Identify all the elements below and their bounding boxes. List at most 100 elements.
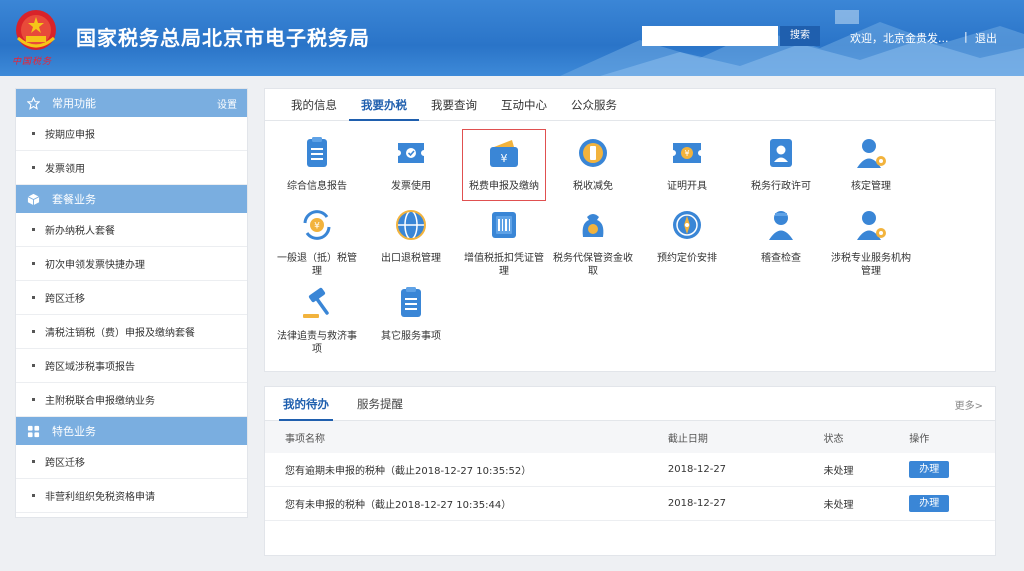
tile-general-refund[interactable]: ¥ 一般退（抵）税管理 bbox=[275, 207, 359, 278]
column-header: 截止日期 bbox=[667, 433, 708, 445]
inspector-icon bbox=[769, 211, 793, 240]
grid-icon bbox=[26, 424, 40, 438]
compass-icon bbox=[673, 211, 701, 239]
tile-admin-license[interactable]: 税务行政许可 bbox=[739, 135, 823, 193]
tile-tax-declare-pay[interactable]: ¥ 税费申报及缴纳 bbox=[462, 129, 546, 201]
bullet-icon bbox=[32, 494, 35, 497]
coin-reduce-icon bbox=[579, 139, 607, 167]
sidebar-item[interactable]: 新办纳税人套餐 bbox=[16, 213, 247, 247]
service-panel: 我的信息 我要办税 我要查询 互动中心 公众服务 综合信息报告 发票使用 ¥ 税… bbox=[264, 88, 996, 372]
column-header: 事项名称 bbox=[285, 433, 325, 445]
tab-service-reminder[interactable]: 服务提醒 bbox=[349, 387, 411, 420]
table-row: 您有未申报的税种（截止2018-12-27 10:35:44） 2018-12-… bbox=[265, 487, 995, 521]
tile-label: 核定管理 bbox=[851, 181, 891, 192]
tile-certificate[interactable]: ¥ 证明开具 bbox=[645, 135, 729, 193]
tile-label: 稽查检查 bbox=[761, 253, 801, 264]
sidebar-item[interactable]: 初次申领发票快捷办理 bbox=[16, 247, 247, 281]
todo-tabs: 我的待办 服务提醒 更多> bbox=[265, 387, 995, 421]
gavel-icon bbox=[303, 287, 329, 318]
tab-my-todo[interactable]: 我的待办 bbox=[275, 387, 337, 421]
tile-agency-management[interactable]: 涉税专业服务机构管理 bbox=[829, 207, 913, 278]
handle-button[interactable]: 办理 bbox=[909, 461, 950, 478]
tab-tax-handling[interactable]: 我要办税 bbox=[349, 89, 419, 121]
bullet-icon bbox=[32, 296, 35, 299]
tile-verification[interactable]: 核定管理 bbox=[829, 135, 913, 193]
tile-label: 税务行政许可 bbox=[751, 181, 811, 192]
sidebar-item-label: 非营利组织免税资格申请 bbox=[45, 492, 155, 503]
tile-label: 证明开具 bbox=[667, 181, 707, 192]
sidebar-item-label: 清税注销税（费）申报及缴纳套餐 bbox=[45, 328, 195, 339]
tile-other-services[interactable]: 其它服务事项 bbox=[369, 285, 453, 343]
sidebar-item[interactable]: 按期应申报 bbox=[16, 117, 247, 151]
tile-info-report[interactable]: 综合信息报告 bbox=[275, 135, 359, 193]
column-header: 操作 bbox=[909, 433, 930, 445]
tab-public-service[interactable]: 公众服务 bbox=[559, 89, 629, 120]
sidebar-section-package: 套餐业务 bbox=[16, 185, 247, 213]
tile-invoice-use[interactable]: 发票使用 bbox=[369, 135, 453, 193]
settings-link[interactable]: 设置 bbox=[217, 96, 237, 111]
refund-icon: ¥ bbox=[303, 210, 331, 240]
invoice-icon bbox=[398, 143, 424, 163]
user-gear-icon bbox=[857, 139, 886, 168]
tile-inspection[interactable]: 稽查检查 bbox=[739, 207, 823, 265]
table-header: 事项名称 截止日期 状态 操作 bbox=[265, 421, 995, 453]
sidebar-item-label: 初次申领发票快捷办理 bbox=[45, 260, 145, 271]
sidebar-section-title: 特色业务 bbox=[52, 425, 96, 438]
sidebar-section-title: 常用功能 bbox=[52, 97, 96, 110]
star-icon bbox=[26, 96, 40, 110]
sidebar-item[interactable]: 跨区域涉税事项报告 bbox=[16, 349, 247, 383]
tile-label: 涉税专业服务机构管理 bbox=[831, 253, 911, 277]
logout-link[interactable]: 退出 bbox=[975, 30, 997, 46]
tile-label: 发票使用 bbox=[391, 181, 431, 192]
handle-button[interactable]: 办理 bbox=[909, 495, 950, 512]
sidebar-item[interactable]: 非营利组织免税资格申请 bbox=[16, 479, 247, 513]
bullet-icon bbox=[32, 262, 35, 265]
bullet-icon bbox=[32, 132, 35, 135]
sidebar-section-title: 套餐业务 bbox=[52, 193, 96, 206]
more-link[interactable]: 更多> bbox=[955, 397, 983, 412]
tab-my-info[interactable]: 我的信息 bbox=[279, 89, 349, 120]
tile-label: 税务代保管资金收取 bbox=[553, 253, 633, 277]
header-separator: | bbox=[964, 30, 968, 43]
todo-panel: 我的待办 服务提醒 更多> 事项名称 截止日期 状态 操作 您有逾期未申报的税种… bbox=[264, 386, 996, 556]
sidebar-item[interactable]: 跨区迁移 bbox=[16, 445, 247, 479]
sidebar-item[interactable]: 清税注销税（费）申报及缴纳套餐 bbox=[16, 315, 247, 349]
national-emblem-icon bbox=[16, 10, 56, 50]
sidebar-item-label: 跨区域涉税事项报告 bbox=[45, 362, 135, 373]
column-header: 状态 bbox=[823, 433, 844, 445]
tile-label: 法律追责与救济事项 bbox=[277, 331, 357, 355]
tile-label: 其它服务事项 bbox=[381, 331, 441, 342]
bullet-icon bbox=[32, 330, 35, 333]
tile-export-refund[interactable]: 出口退税管理 bbox=[369, 207, 453, 265]
deadline-date: 2018-12-27 bbox=[667, 464, 727, 475]
list-icon bbox=[401, 287, 421, 317]
search-input[interactable] bbox=[642, 26, 778, 46]
tile-custody-funds[interactable]: 税务代保管资金收取 bbox=[551, 207, 635, 278]
tile-vat-voucher[interactable]: 增值税抵扣凭证管理 bbox=[462, 207, 546, 278]
cube-icon bbox=[26, 192, 40, 206]
item-name: 您有逾期未申报的税种（截止2018-12-27 10:35:52） bbox=[285, 466, 532, 477]
tile-tax-relief[interactable]: 税收减免 bbox=[551, 135, 635, 193]
svg-text:¥: ¥ bbox=[314, 222, 320, 232]
sidebar-section-special: 特色业务 bbox=[16, 417, 247, 445]
search-button[interactable]: 搜索 bbox=[780, 26, 820, 46]
sidebar-section-common: 常用功能 设置 bbox=[16, 89, 247, 117]
tile-legal-remedy[interactable]: 法律追责与救济事项 bbox=[275, 285, 359, 356]
tile-pricing-arrangement[interactable]: 预约定价安排 bbox=[645, 207, 729, 265]
tab-interaction[interactable]: 互动中心 bbox=[489, 89, 559, 120]
sidebar-item-label: 跨区迁移 bbox=[45, 294, 85, 305]
sidebar-item[interactable]: 发票领用 bbox=[16, 151, 247, 185]
bullet-icon bbox=[32, 228, 35, 231]
tile-label: 一般退（抵）税管理 bbox=[277, 253, 357, 277]
status-text: 未处理 bbox=[823, 500, 854, 511]
certificate-icon: ¥ bbox=[673, 143, 701, 163]
tab-query[interactable]: 我要查询 bbox=[419, 89, 489, 120]
sidebar-item[interactable]: 主附税联合申报缴纳业务 bbox=[16, 383, 247, 417]
wallet-yuan-icon: ¥ bbox=[490, 140, 518, 167]
sidebar-item[interactable]: 跨区迁移 bbox=[16, 281, 247, 315]
sidebar-item-label: 按期应申报 bbox=[45, 130, 95, 141]
item-name: 您有未申报的税种（截止2018-12-27 10:35:44） bbox=[285, 500, 512, 511]
sidebar-item-label: 发票领用 bbox=[45, 164, 85, 175]
money-bag-icon bbox=[582, 214, 604, 237]
bullet-icon bbox=[32, 166, 35, 169]
